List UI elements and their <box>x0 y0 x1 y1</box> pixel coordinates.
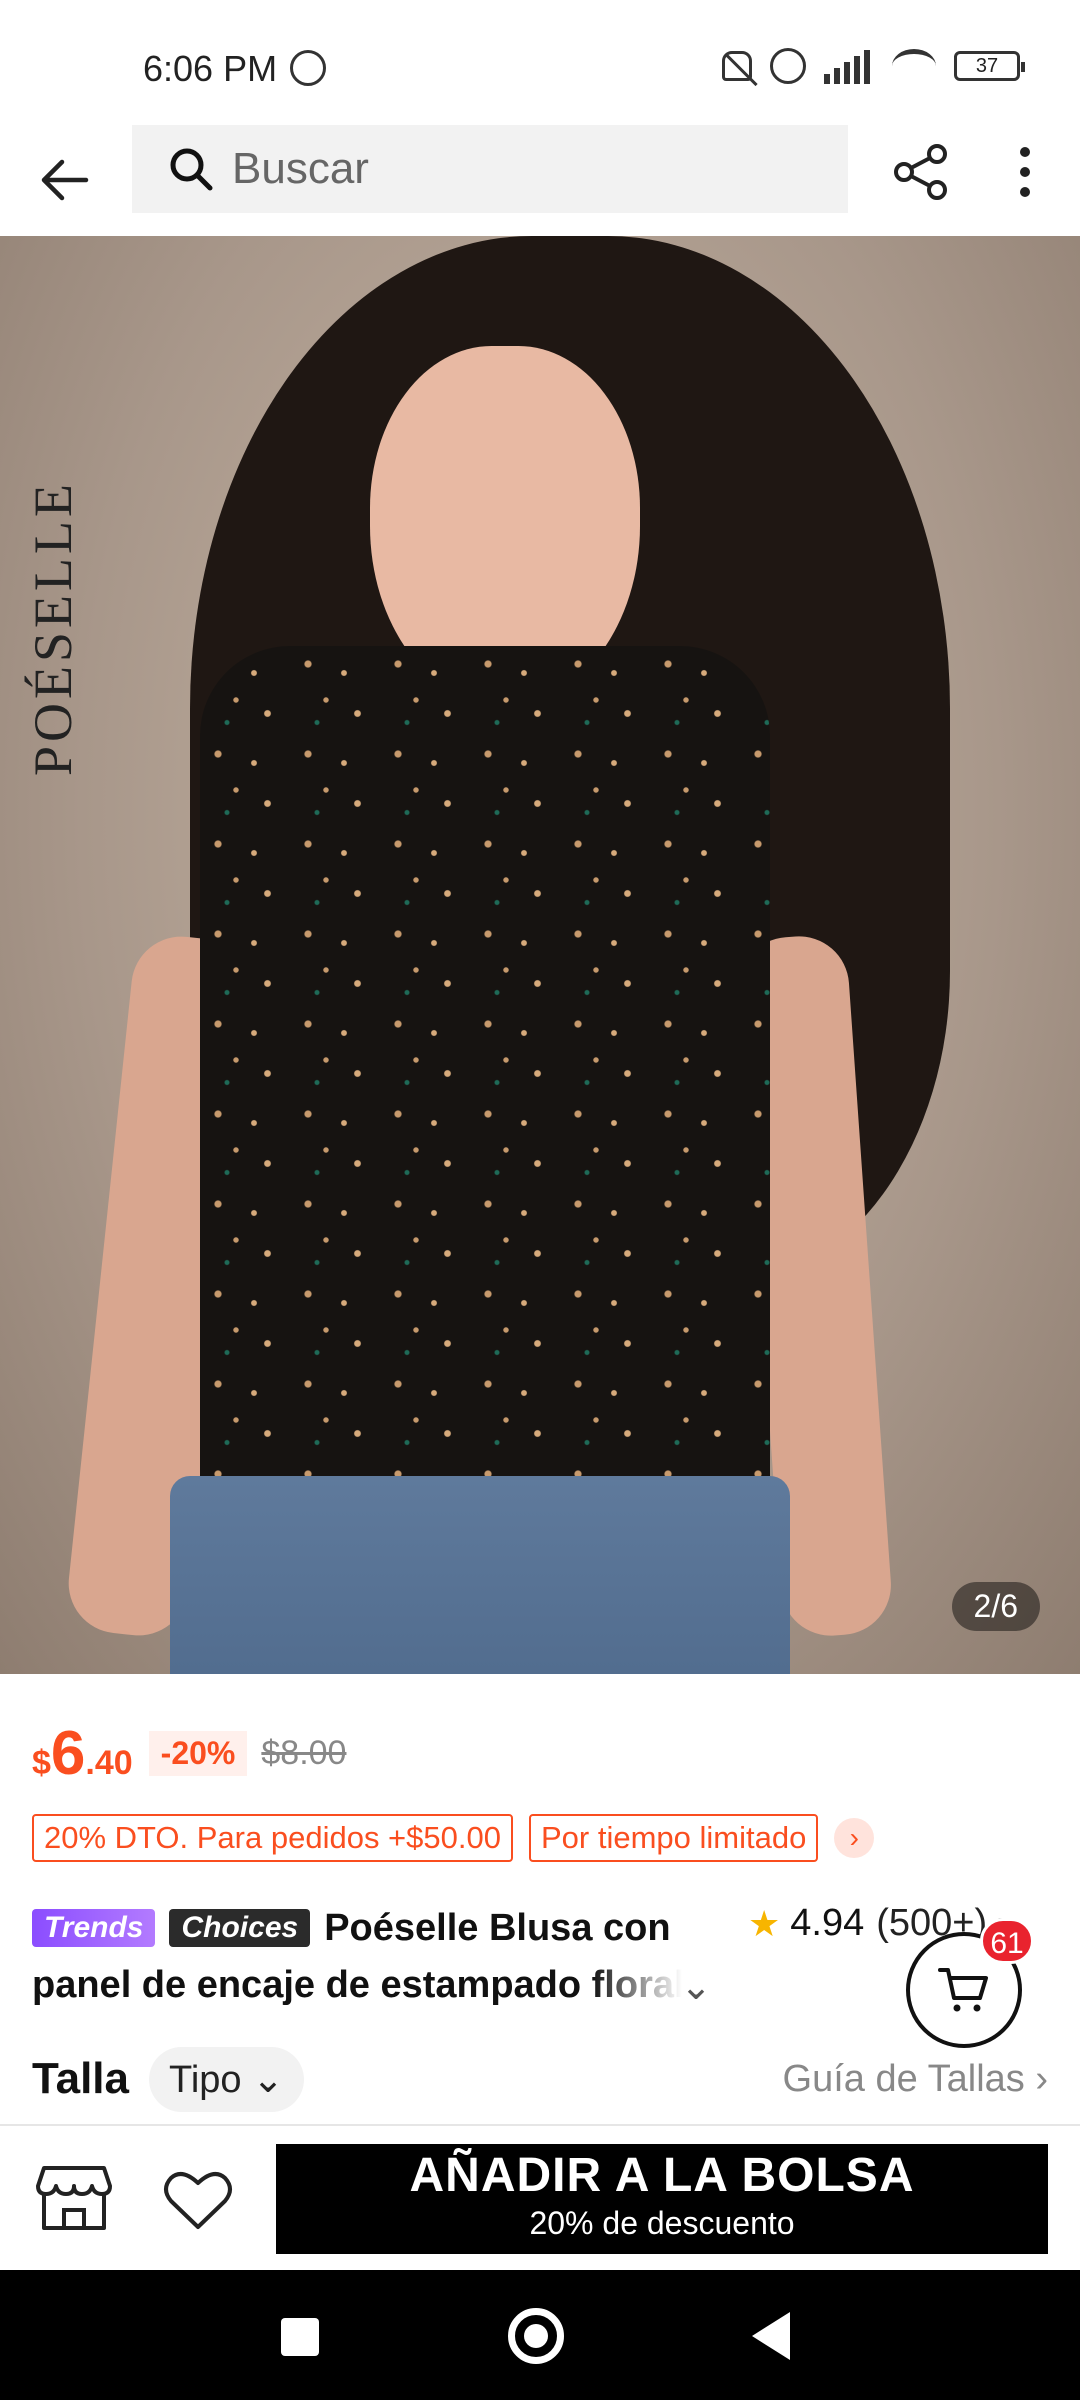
share-icon <box>894 144 947 200</box>
alarm-icon <box>770 48 806 84</box>
store-button[interactable] <box>36 2164 116 2236</box>
heart-icon <box>164 2172 232 2229</box>
status-bar: 6:06 PM 37 <box>0 0 1080 130</box>
image-counter: 2/6 <box>951 1582 1040 1631</box>
home-icon[interactable] <box>508 2308 564 2364</box>
brand-watermark: POÉSELLE <box>23 480 83 776</box>
choices-badge: Choices <box>169 1909 311 1947</box>
size-label: Talla <box>32 2054 130 2103</box>
search-placeholder: Buscar <box>232 144 369 193</box>
wifi-icon <box>892 49 936 83</box>
price-currency: $ <box>32 1744 51 1782</box>
expand-caret-icon[interactable]: ⌄ <box>680 1964 712 2007</box>
promo-deal-tag[interactable]: 20% DTO. Para pedidos +$50.00 <box>32 1814 513 1862</box>
mute-icon <box>722 51 752 81</box>
original-price: $8.00 <box>261 1734 347 1772</box>
discount-badge: -20% <box>148 1731 248 1776</box>
wishlist-button[interactable] <box>158 2164 238 2236</box>
add-to-bag-label: AÑADIR A LA BOLSA <box>409 2149 915 2202</box>
price-integer: 6 <box>50 1719 86 1788</box>
size-row: Talla Tipo ⌄ Guía de Tallas › <box>32 2044 1048 2114</box>
battery-level: 37 <box>975 55 999 77</box>
price-decimal: .40 <box>85 1744 133 1782</box>
search-icon <box>170 148 213 191</box>
back-button[interactable] <box>30 145 100 215</box>
bottom-action-bar: AÑADIR A LA BOLSA 20% de descuento <box>0 2126 1080 2270</box>
size-guide-label: Guía de Tallas <box>782 2057 1025 2100</box>
recents-icon[interactable] <box>281 2318 319 2356</box>
add-to-bag-button[interactable]: AÑADIR A LA BOLSA 20% de descuento <box>276 2144 1048 2254</box>
product-blouse <box>200 646 770 1526</box>
product-title-line2: panel de encaje de estampado floral <box>32 1964 685 2006</box>
product-title-line1: Poéselle Blusa con <box>324 1906 671 1949</box>
size-guide-chevron-icon: › <box>1035 2057 1048 2100</box>
promo-row[interactable]: 20% DTO. Para pedidos +$50.00 Por tiempo… <box>32 1814 875 1862</box>
product-title-expand[interactable]: panel de encaje de estampado floral ⌄ <box>32 1964 712 2007</box>
rating-score: 4.94 <box>790 1902 865 1944</box>
top-nav: Buscar <box>0 125 1080 235</box>
cart-icon <box>938 1968 988 2012</box>
battery-icon: 37 <box>954 51 1025 81</box>
more-vert-icon <box>1020 147 1030 157</box>
model-jeans <box>170 1476 790 1674</box>
search-input[interactable]: Buscar <box>132 125 848 213</box>
star-icon: ★ <box>748 1902 781 1944</box>
system-nav-bar <box>0 2270 1080 2400</box>
back-triangle-icon[interactable] <box>752 2312 790 2360</box>
product-title-area: Trends Choices Poéselle Blusa con panel … <box>32 1902 1042 2007</box>
more-options-button[interactable] <box>1000 139 1050 205</box>
chevron-down-icon: ⌄ <box>252 2058 284 2101</box>
promo-limited-tag[interactable]: Por tiempo limitado <box>528 1814 819 1862</box>
size-type-label: Tipo <box>169 2058 242 2101</box>
trends-badge: Trends <box>32 1909 156 1947</box>
add-to-bag-sublabel: 20% de descuento <box>529 2205 795 2241</box>
size-type-selector[interactable]: Tipo ⌄ <box>149 2046 304 2112</box>
store-icon <box>36 2166 112 2230</box>
product-image[interactable]: POÉSELLE 2/6 <box>0 236 1080 1674</box>
price-row: $ 6 .40 -20% $8.00 <box>32 1718 346 1789</box>
promo-chevron-icon[interactable]: › <box>834 1818 875 1858</box>
whatsapp-icon <box>290 50 326 86</box>
size-guide-link[interactable]: Guía de Tallas › <box>783 2058 1048 2101</box>
share-button[interactable] <box>888 139 954 205</box>
back-arrow-icon <box>41 159 89 201</box>
signal-icon <box>824 48 874 84</box>
cart-count-badge: 61 <box>980 1918 1034 1964</box>
status-time: 6:06 PM <box>143 48 278 89</box>
status-icons: 37 <box>722 48 1025 84</box>
